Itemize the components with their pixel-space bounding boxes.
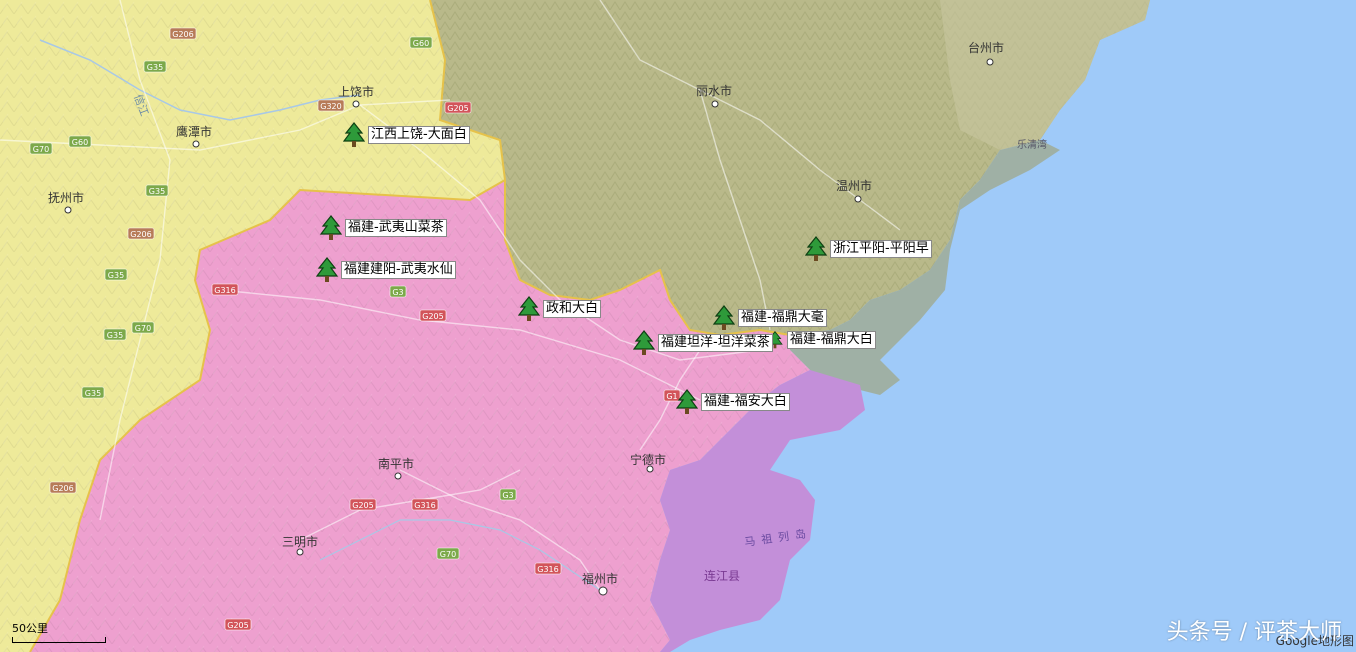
svg-text:G3: G3 <box>392 288 403 297</box>
svg-text:G35: G35 <box>107 331 123 340</box>
road-shield: G35 <box>103 328 127 341</box>
tree-icon <box>633 330 655 355</box>
road-shield: G206 <box>49 481 77 494</box>
svg-text:G316: G316 <box>537 565 558 574</box>
svg-text:G316: G316 <box>414 501 435 510</box>
marker-label: 政和大白 <box>543 300 602 318</box>
road-shield: G316 <box>411 498 439 511</box>
road-shield: G205 <box>224 618 252 631</box>
marker-label: 福建-武夷山菜茶 <box>345 219 447 237</box>
svg-text:鹰潭市: 鹰潭市 <box>176 124 212 139</box>
marker-tanyang[interactable]: 福建坦洋-坦洋菜茶 <box>633 330 773 356</box>
svg-text:G35: G35 <box>108 271 124 280</box>
county-label: 连江县 <box>704 568 740 583</box>
svg-text:丽水市: 丽水市 <box>696 83 732 98</box>
marker-fuding-dahao[interactable]: 福建-福鼎大毫 <box>713 305 827 331</box>
bay-label: 乐清湾 <box>1017 138 1047 151</box>
svg-text:G205: G205 <box>422 312 443 321</box>
svg-text:南平市: 南平市 <box>378 456 414 471</box>
terrain-map[interactable]: 台州市 丽水市 温州市 上饶市 鹰潭市 抚州市 南平市 宁德市 三明市 福州市 … <box>0 0 1356 652</box>
road-shield: G320 <box>317 99 345 112</box>
road-shield: G60 <box>68 135 92 148</box>
road-shield: G60 <box>409 36 433 49</box>
road-shield: G3 <box>499 488 517 501</box>
svg-text:G60: G60 <box>72 138 88 147</box>
svg-text:G70: G70 <box>135 324 151 333</box>
marker-label: 福建-福安大白 <box>701 393 790 411</box>
svg-text:G35: G35 <box>149 187 165 196</box>
marker-fuan[interactable]: 福建-福安大白 <box>676 389 790 415</box>
road-shield: G35 <box>143 60 167 73</box>
marker-fujian-jianyang[interactable]: 福建建阳-武夷水仙 <box>316 257 456 283</box>
svg-text:G320: G320 <box>320 102 341 111</box>
scale-bar: 50公里 <box>12 620 106 643</box>
road-shield: G70 <box>29 142 53 155</box>
marker-zhejiang-pingyang[interactable]: 浙江平阳-平阳早 <box>805 236 932 262</box>
svg-text:抚州市: 抚州市 <box>48 190 84 205</box>
road-shield: G35 <box>104 268 128 281</box>
tree-icon <box>805 236 827 261</box>
svg-text:温州市: 温州市 <box>836 178 872 193</box>
tree-icon <box>676 389 698 414</box>
svg-text:G70: G70 <box>33 145 49 154</box>
marker-fuding-dabai[interactable]: 福建-福鼎大白 <box>766 331 876 349</box>
svg-text:G70: G70 <box>440 550 456 559</box>
svg-text:G206: G206 <box>52 484 73 493</box>
road-shield: G316 <box>534 562 562 575</box>
svg-text:G35: G35 <box>85 389 101 398</box>
road-shield: G206 <box>169 27 197 40</box>
svg-text:G205: G205 <box>352 501 373 510</box>
scale-label: 50公里 <box>12 622 48 635</box>
svg-text:G205: G205 <box>447 104 468 113</box>
svg-text:三明市: 三明市 <box>282 534 318 549</box>
tree-icon <box>713 305 735 330</box>
tree-icon <box>518 296 540 321</box>
svg-text:台州市: 台州市 <box>968 40 1004 55</box>
road-shield: G205 <box>444 101 472 114</box>
marker-zhenghe[interactable]: 政和大白 <box>518 296 602 322</box>
scale-line <box>12 637 106 643</box>
tree-icon <box>320 215 342 240</box>
svg-text:G35: G35 <box>147 63 163 72</box>
svg-text:G3: G3 <box>502 491 513 500</box>
road-shield: G205 <box>419 309 447 322</box>
marker-label: 福建-福鼎大毫 <box>738 309 827 327</box>
marker-jiangxi-shangrao[interactable]: 江西上饶-大面白 <box>343 122 470 148</box>
road-shield: G316 <box>211 283 239 296</box>
marker-label: 福建建阳-武夷水仙 <box>341 261 456 279</box>
svg-text:宁德市: 宁德市 <box>630 452 666 467</box>
watermark: 头条号 / 评茶大师 <box>1166 620 1342 645</box>
svg-text:G316: G316 <box>214 286 235 295</box>
road-shield: G35 <box>145 184 169 197</box>
road-shield: G206 <box>127 227 155 240</box>
marker-label: 江西上饶-大面白 <box>368 126 470 144</box>
marker-label: 福建-福鼎大白 <box>787 331 876 349</box>
marker-label: 浙江平阳-平阳早 <box>830 240 932 258</box>
marker-fujian-wuyishan[interactable]: 福建-武夷山菜茶 <box>320 215 447 241</box>
road-shield: G35 <box>81 386 105 399</box>
svg-text:G206: G206 <box>172 30 193 39</box>
svg-text:G206: G206 <box>130 230 151 239</box>
road-shield: G70 <box>131 321 155 334</box>
tree-icon <box>343 122 365 147</box>
marker-label: 福建坦洋-坦洋菜茶 <box>658 334 773 352</box>
svg-text:上饶市: 上饶市 <box>338 84 374 99</box>
road-shield: G205 <box>349 498 377 511</box>
svg-text:G205: G205 <box>227 621 248 630</box>
svg-text:G60: G60 <box>413 39 429 48</box>
road-shield: G70 <box>436 547 460 560</box>
road-shield: G3 <box>389 285 407 298</box>
svg-text:福州市: 福州市 <box>582 571 618 586</box>
tree-icon <box>316 257 338 282</box>
